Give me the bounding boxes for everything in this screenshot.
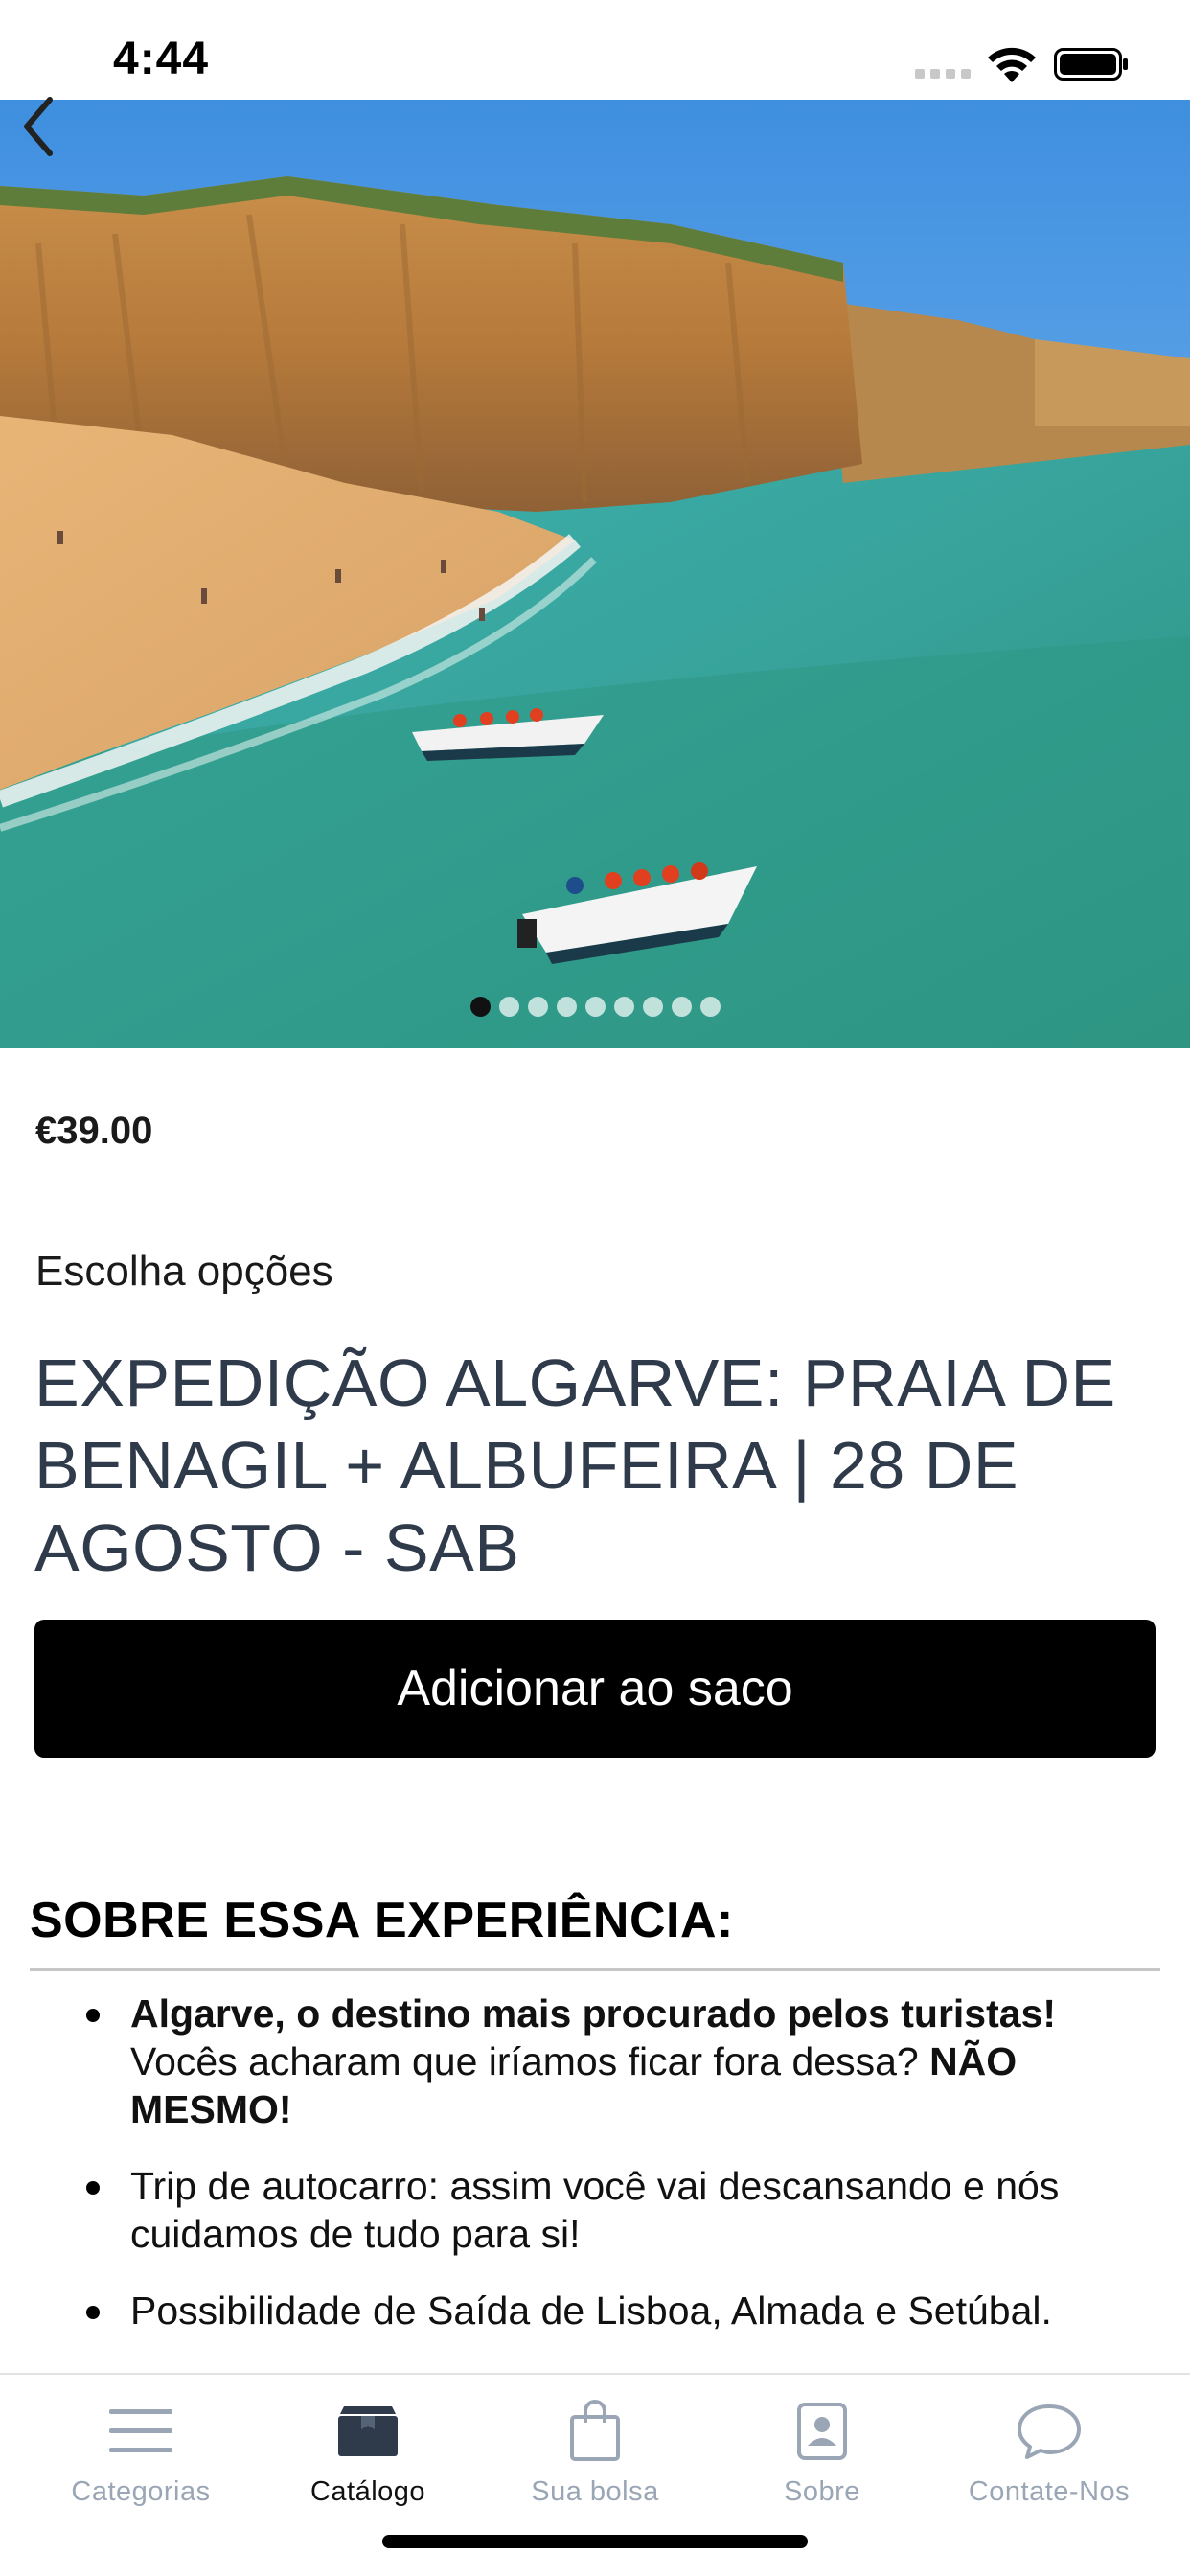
beach-photo <box>0 100 1190 1048</box>
list-item: Algarve, o destino mais procurado pelos … <box>82 1990 1165 2133</box>
options-label[interactable]: Escolha opções <box>35 1248 333 1296</box>
carousel-dot[interactable] <box>469 997 491 1017</box>
product-title: EXPEDIÇÃO ALGARVE: PRAIA DE BENAGIL + AL… <box>34 1346 1116 1585</box>
tab-categorias[interactable]: Categorias <box>26 2398 256 2522</box>
carousel-dot[interactable] <box>613 997 634 1017</box>
status-time: 4:44 <box>113 34 210 84</box>
about-list: Algarve, o destino mais procurado pelos … <box>82 1990 1165 2363</box>
carousel-dot[interactable] <box>498 997 519 1017</box>
carousel-page-indicator[interactable] <box>0 997 1190 1017</box>
cellular-signal-icon <box>915 69 971 79</box>
carousel-dot[interactable] <box>556 997 577 1017</box>
box-icon <box>330 2398 406 2465</box>
tab-label: Categorias <box>71 2476 211 2507</box>
tab-catalogo[interactable]: Catálogo <box>253 2398 483 2522</box>
tab-contate-nos[interactable]: Contate-Nos <box>934 2398 1164 2522</box>
chevron-left-icon <box>24 97 53 156</box>
carousel-dot[interactable] <box>584 997 606 1017</box>
hero-image-carousel[interactable] <box>0 100 1190 1048</box>
wifi-icon <box>988 47 1036 82</box>
battery-icon <box>1054 48 1128 80</box>
menu-lines-icon <box>103 2398 179 2465</box>
list-item-bold: Algarve, o destino mais procurado pelos … <box>130 1991 1057 2036</box>
carousel-dot[interactable] <box>642 997 663 1017</box>
back-button[interactable] <box>17 94 63 159</box>
section-divider <box>30 1968 1160 1971</box>
carousel-dot[interactable] <box>671 997 692 1017</box>
tab-label: Contate-Nos <box>968 2476 1131 2507</box>
list-item: Trip de autocarro: assim você vai descan… <box>82 2162 1165 2258</box>
tab-label: Catálogo <box>309 2476 426 2507</box>
list-item: Possibilidade de Saída de Lisboa, Almada… <box>82 2287 1165 2334</box>
contact-card-icon <box>784 2398 860 2465</box>
list-item-text: Vocês acharam que iríamos ficar fora des… <box>130 2039 930 2083</box>
chat-bubble-icon <box>1011 2398 1087 2465</box>
add-to-bag-button[interactable]: Adicionar ao saco <box>34 1620 1156 1758</box>
tab-sua-bolsa[interactable]: Sua bolsa <box>480 2398 710 2522</box>
carousel-dot[interactable] <box>527 997 548 1017</box>
product-price: €39.00 <box>35 1110 153 1152</box>
status-bar: 4:44 <box>0 0 1190 100</box>
carousel-dot[interactable] <box>699 997 721 1017</box>
home-indicator <box>382 2535 808 2548</box>
tab-label: Sobre <box>784 2476 860 2507</box>
tab-label: Sua bolsa <box>531 2476 659 2507</box>
shopping-bag-icon <box>557 2398 633 2465</box>
about-heading: SOBRE ESSA EXPERIÊNCIA: <box>30 1893 734 1948</box>
tab-sobre[interactable]: Sobre <box>707 2398 937 2522</box>
